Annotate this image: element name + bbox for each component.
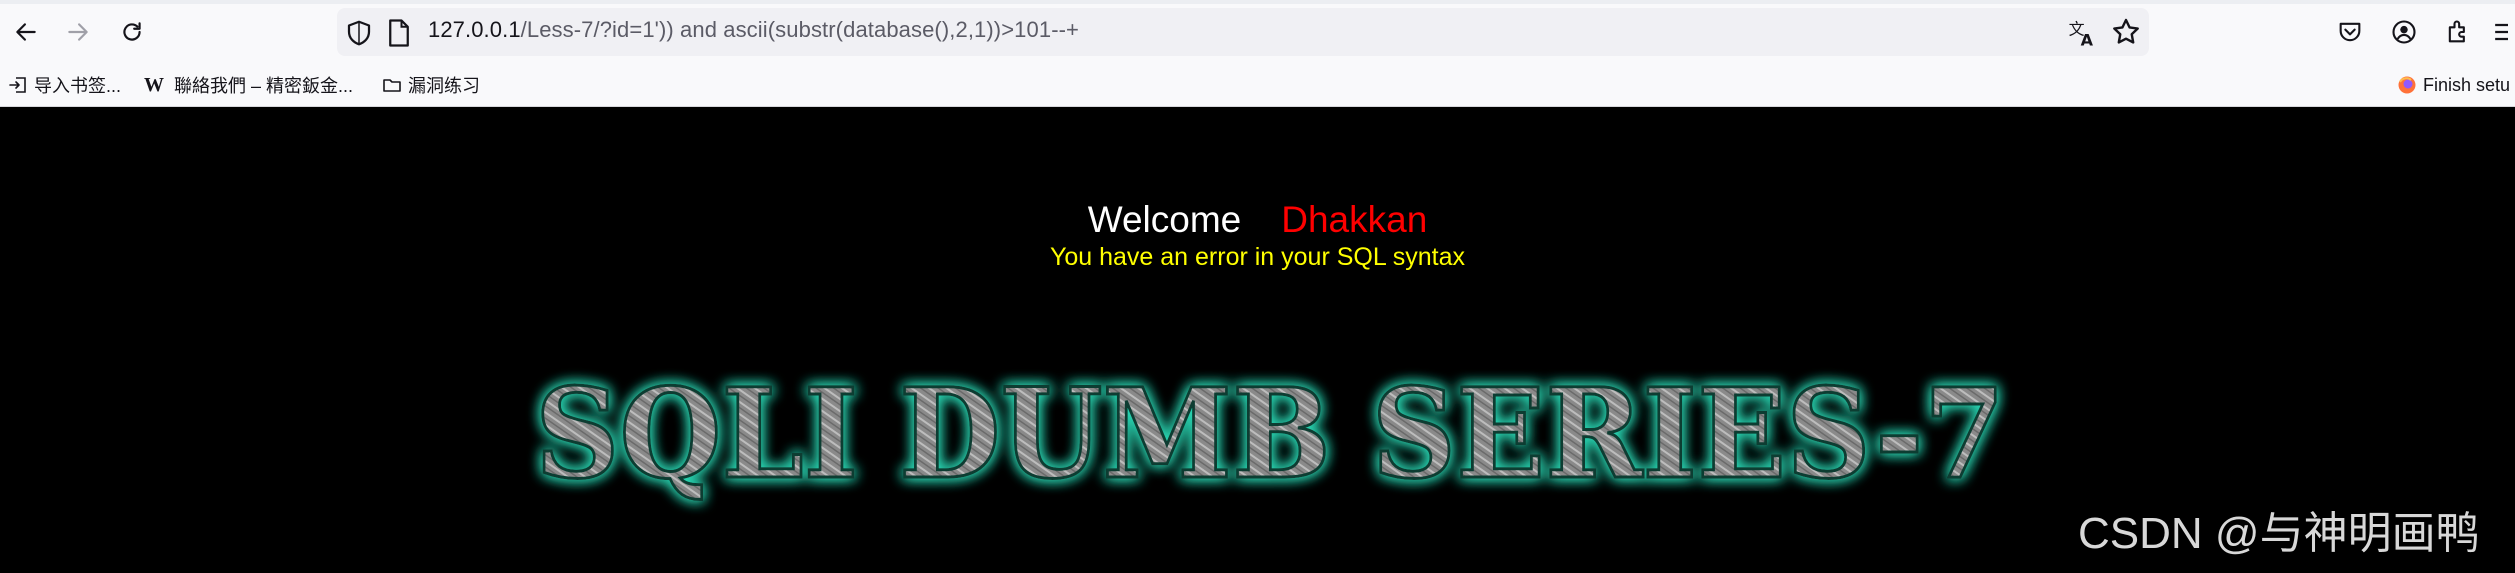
bookmarks-toolbar: 导入书签... W 聯絡我們 – 精密鈑金... 漏洞练习 Finish set… [0, 66, 2515, 106]
url-host: 127.0.0.1 [428, 17, 521, 42]
csdn-watermark: CSDN @与神明画鸭 [2078, 509, 2480, 558]
page-content: Welcome Dhakkan You have an error in your… [0, 107, 2515, 573]
svg-text:A: A [2081, 30, 2094, 48]
w-logo: W [144, 73, 164, 96]
translate-icon[interactable]: 文A [2066, 16, 2098, 48]
browser-chrome: 127.0.0.1/Less-7/?id=1')) and ascii(subs… [0, 0, 2515, 107]
page-icon[interactable] [386, 18, 412, 48]
finish-setup-label: Finish setu [2423, 74, 2511, 95]
finish-setup-bookmark[interactable]: Finish setu [2397, 70, 2510, 100]
banner-title: SQLI DUMB SERIES-7 [535, 362, 2005, 507]
bookmark-label: 漏洞练习 [408, 76, 480, 96]
reload-icon [123, 22, 141, 41]
url-path: /Less-7/?id=1')) and ascii(substr(databa… [520, 17, 1079, 42]
sql-error-message: You have an error in your SQL syntax [1049, 243, 1466, 271]
pocket-button[interactable] [2332, 14, 2368, 50]
welcome-line: Welcome Dhakkan [0, 198, 2515, 242]
back-button[interactable] [4, 10, 48, 54]
bookmark-label: 聯絡我們 – 精密鈑金... [174, 76, 354, 96]
forward-arrow-icon [68, 23, 88, 41]
firefox-icon [2398, 76, 2416, 94]
star-icon[interactable] [2110, 16, 2142, 48]
account-button[interactable] [2386, 14, 2422, 50]
pocket-icon [2339, 22, 2361, 42]
menu-button[interactable] [2494, 14, 2515, 50]
menu-icon [2495, 23, 2508, 41]
back-arrow-icon [16, 23, 36, 41]
shield-icon[interactable] [344, 18, 374, 48]
bookmark-folder-practice[interactable]: 漏洞练习 [382, 70, 480, 100]
import-icon [9, 77, 26, 93]
folder-icon [383, 79, 401, 92]
bookmark-label: 导入书签... [34, 76, 122, 96]
extensions-icon [2448, 20, 2465, 43]
username-text: Dhakkan [1281, 199, 1428, 240]
reload-button[interactable] [110, 10, 154, 54]
extensions-button[interactable] [2440, 14, 2476, 50]
account-icon [2392, 20, 2416, 44]
bookmark-import[interactable]: 导入书签... [8, 70, 121, 100]
banner-title-image: SQLI DUMB SERIES-7 [534, 361, 2007, 509]
url-text[interactable]: 127.0.0.1/Less-7/?id=1')) and ascii(subs… [428, 17, 1079, 43]
bookmark-contact[interactable]: W 聯絡我們 – 精密鈑金... [144, 70, 353, 100]
forward-button[interactable] [56, 10, 100, 54]
welcome-text: Welcome [1087, 199, 1242, 240]
tab-strip-edge [0, 0, 2515, 4]
